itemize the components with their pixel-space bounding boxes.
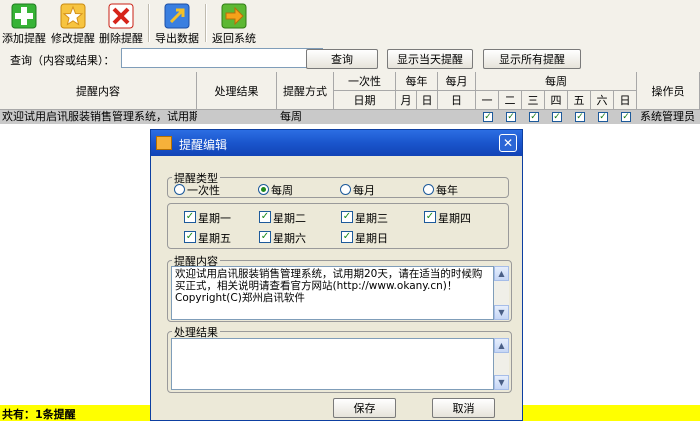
weekday-sat-label[interactable]: 星期六	[273, 230, 306, 246]
content-scrollbar[interactable]: ▲ ▼	[494, 266, 509, 320]
scroll-down-arrow-icon[interactable]: ▼	[494, 375, 509, 390]
header-monthly: 每月	[438, 72, 476, 91]
header-weekday-thu[interactable]: 四	[545, 91, 568, 110]
cancel-button[interactable]: 取消	[432, 398, 495, 418]
weekday-sun-label[interactable]: 星期日	[355, 230, 388, 246]
process-result-group: 处理结果 ▲ ▼	[167, 324, 512, 393]
star-icon	[60, 3, 86, 29]
row-operator: 系统管理员	[640, 110, 695, 123]
weekday-group: ✓ 星期一 ✓ 星期二 ✓ 星期三 ✓ 星期四 ✓ 星期五 ✓ 星期六 ✓ 星期…	[167, 203, 509, 249]
table-row[interactable]: 欢迎试用启讯服装销售管理系统，试用期 每周 ✓ ✓ ✓ ✓ ✓ ✓ ✓ 系统管理…	[0, 110, 700, 124]
header-weekday-mon[interactable]: 一	[476, 91, 499, 110]
reminder-edit-dialog: 提醒编辑 ✕ 提醒类型 一次性 每周 每月 每年 ✓ 星期一 ✓ 星期二 ✓ 星…	[150, 129, 523, 421]
row-content: 欢迎试用启讯服装销售管理系统，试用期	[2, 110, 197, 123]
dialog-titlebar[interactable]: 提醒编辑 ✕	[151, 130, 522, 156]
header-once: 一次性	[334, 72, 396, 91]
weekday-tue-checkbox[interactable]: ✓	[259, 211, 271, 223]
row-result	[199, 110, 275, 124]
weekday-fri-label[interactable]: 星期五	[198, 230, 231, 246]
scroll-up-arrow-icon[interactable]: ▲	[494, 266, 509, 281]
return-system-label: 返回系统	[212, 32, 256, 45]
add-reminder-label: 添加提醒	[2, 32, 46, 45]
toolbar-separator	[148, 4, 150, 42]
reminder-content-textarea[interactable]: 欢迎试用启讯服装销售管理系统，试用期20天，请在适当的时候购买正式，相关说明请查…	[171, 266, 494, 320]
header-weekly: 每周	[476, 72, 637, 91]
result-scrollbar[interactable]: ▲ ▼	[494, 338, 509, 390]
weekday-wed-checkbox[interactable]: ✓	[341, 211, 353, 223]
query-button[interactable]: 查询	[306, 49, 378, 69]
show-all-button[interactable]: 显示所有提醒	[483, 49, 581, 69]
type-yearly-label[interactable]: 每年	[436, 182, 458, 198]
type-yearly-radio[interactable]	[423, 184, 434, 195]
toolbar-separator	[205, 4, 207, 42]
back-arrow-icon	[221, 3, 247, 29]
weekday-thu-label[interactable]: 星期四	[438, 210, 471, 226]
export-icon	[164, 3, 190, 29]
type-monthly-radio[interactable]	[340, 184, 351, 195]
weekday-sat-checkbox[interactable]: ✓	[259, 231, 271, 243]
show-today-button[interactable]: 显示当天提醒	[387, 49, 473, 69]
row-method: 每周	[280, 110, 302, 123]
export-data-label: 导出数据	[155, 32, 199, 45]
header-operator[interactable]: 操作员	[637, 72, 700, 110]
header-method[interactable]: 提醒方式	[277, 72, 334, 110]
search-bar: 查询（内容或结果）： 查询 显示当天提醒 显示所有提醒	[0, 46, 700, 72]
weekday-thu-checkbox[interactable]: ✓	[424, 211, 436, 223]
header-day[interactable]: 日	[417, 91, 438, 110]
search-input[interactable]	[121, 48, 323, 68]
header-weekday-sat[interactable]: 六	[591, 91, 614, 110]
plus-icon	[11, 3, 37, 29]
reminder-content-group: 提醒内容 欢迎试用启讯服装销售管理系统，试用期20天，请在适当的时候购买正式，相…	[167, 253, 512, 322]
weekday-wed-label[interactable]: 星期三	[355, 210, 388, 226]
dialog-title: 提醒编辑	[179, 138, 228, 152]
header-weekday-tue[interactable]: 二	[499, 91, 522, 110]
reminder-type-group: 提醒类型 一次性 每周 每月 每年	[167, 170, 509, 198]
type-weekly-radio[interactable]	[258, 184, 269, 195]
type-once-label[interactable]: 一次性	[187, 182, 220, 198]
row-weekday-mon-checkbox[interactable]: ✓	[483, 112, 493, 122]
header-result[interactable]: 处理结果	[197, 72, 277, 110]
weekday-mon-label[interactable]: 星期一	[198, 210, 231, 226]
weekday-fri-checkbox[interactable]: ✓	[184, 231, 196, 243]
close-icon[interactable]: ✕	[499, 134, 517, 152]
export-data-button[interactable]: 导出数据	[153, 0, 201, 46]
row-weekday-sat-checkbox[interactable]: ✓	[598, 112, 608, 122]
save-button[interactable]: 保存	[333, 398, 396, 418]
weekday-sun-checkbox[interactable]: ✓	[341, 231, 353, 243]
row-weekday-thu-checkbox[interactable]: ✓	[552, 112, 562, 122]
type-monthly-label[interactable]: 每月	[353, 182, 375, 198]
app-icon	[156, 136, 172, 150]
edit-reminder-label: 修改提醒	[51, 32, 95, 45]
row-weekday-tue-checkbox[interactable]: ✓	[506, 112, 516, 122]
header-weekday-sun[interactable]: 日	[614, 91, 637, 110]
toolbar: 添加提醒 修改提醒 删除提醒 导出数据 返回系统	[0, 0, 700, 46]
row-weekday-sun-checkbox[interactable]: ✓	[621, 112, 631, 122]
header-monthly-day[interactable]: 日	[438, 91, 476, 110]
header-month[interactable]: 月	[396, 91, 417, 110]
header-date[interactable]: 日期	[334, 91, 396, 110]
edit-reminder-button[interactable]: 修改提醒	[49, 0, 97, 46]
search-label: 查询（内容或结果）：	[10, 54, 115, 67]
delete-reminder-label: 删除提醒	[99, 32, 143, 45]
add-reminder-button[interactable]: 添加提醒	[0, 0, 48, 46]
delete-x-icon	[108, 3, 134, 29]
header-yearly: 每年	[396, 72, 438, 91]
footer-count: 共有：1条提醒	[2, 408, 76, 421]
row-weekday-wed-checkbox[interactable]: ✓	[529, 112, 539, 122]
delete-reminder-button[interactable]: 删除提醒	[97, 0, 145, 46]
header-weekday-wed[interactable]: 三	[522, 91, 545, 110]
type-weekly-label[interactable]: 每周	[271, 182, 293, 198]
header-weekday-fri[interactable]: 五	[568, 91, 591, 110]
row-weekday-fri-checkbox[interactable]: ✓	[575, 112, 585, 122]
process-result-textarea[interactable]	[171, 338, 494, 390]
return-system-button[interactable]: 返回系统	[210, 0, 258, 46]
header-content[interactable]: 提醒内容	[0, 72, 197, 110]
scroll-down-arrow-icon[interactable]: ▼	[494, 305, 509, 320]
weekday-tue-label[interactable]: 星期二	[273, 210, 306, 226]
scroll-up-arrow-icon[interactable]: ▲	[494, 338, 509, 353]
type-once-radio[interactable]	[174, 184, 185, 195]
weekday-mon-checkbox[interactable]: ✓	[184, 211, 196, 223]
